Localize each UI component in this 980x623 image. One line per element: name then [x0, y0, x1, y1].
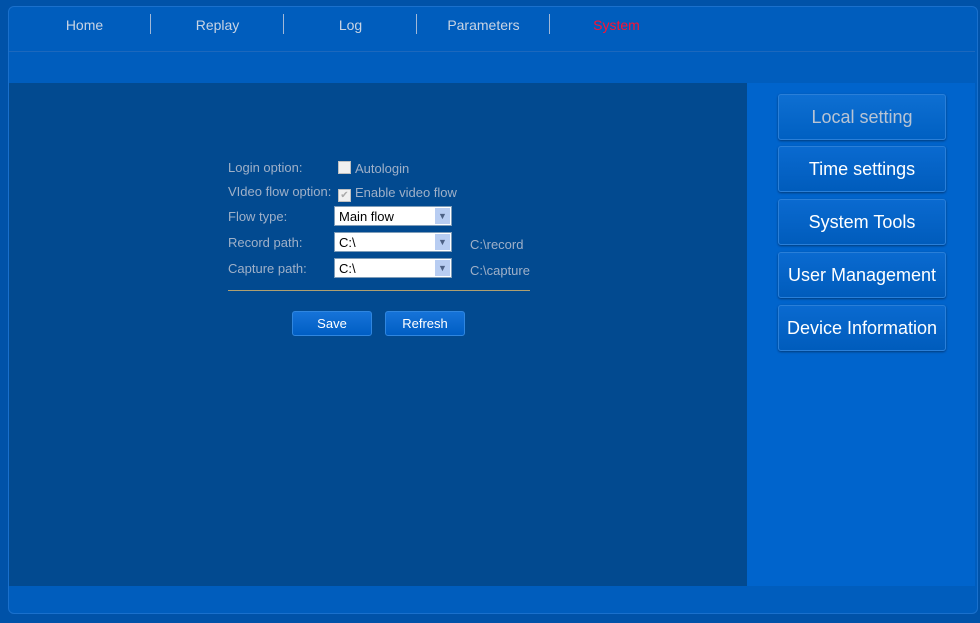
sidebar-item-time-settings[interactable]: Time settings	[778, 146, 946, 192]
record-path-select[interactable]: C:\ ▼	[334, 232, 452, 252]
flow-type-select[interactable]: Main flow ▼	[334, 206, 452, 226]
nav-system[interactable]: System	[550, 14, 683, 50]
nav-label: Log	[338, 17, 363, 33]
save-button[interactable]: Save	[292, 311, 372, 336]
divider	[228, 290, 530, 291]
select-value: Main flow	[339, 209, 394, 224]
sidebar-item-user-management[interactable]: User Management	[778, 252, 946, 298]
main-panel	[9, 83, 747, 586]
checkmark-icon[interactable]: ✔	[338, 189, 351, 202]
sidebar-item-device-information[interactable]: Device Information	[778, 305, 946, 351]
flow-type-label: Flow type:	[228, 209, 288, 224]
top-nav: Home Replay Log Parameters System	[18, 14, 683, 50]
nav-label: System	[593, 17, 640, 33]
nav-log[interactable]: Log	[284, 14, 417, 50]
video-flow-label: VIdeo flow option:	[228, 184, 332, 199]
chevron-down-icon[interactable]: ▼	[435, 208, 450, 224]
sidebar-item-system-tools[interactable]: System Tools	[778, 199, 946, 245]
login-option-label: Login option:	[228, 160, 303, 175]
nav-replay[interactable]: Replay	[151, 14, 284, 50]
enable-video-checkbox[interactable]: ✔ Enable video flow	[338, 185, 457, 202]
chevron-down-icon[interactable]: ▼	[435, 260, 450, 276]
chevron-down-icon[interactable]: ▼	[435, 234, 450, 250]
sidebar: Local setting Time settings System Tools…	[747, 83, 975, 586]
refresh-button[interactable]: Refresh	[385, 311, 465, 336]
sidebar-item-local-setting[interactable]: Local setting	[778, 94, 946, 140]
nav-label: Parameters	[447, 17, 520, 33]
select-value: C:\	[339, 261, 356, 276]
capture-path-label: Capture path:	[228, 261, 307, 276]
record-path-label: Record path:	[228, 235, 303, 250]
nav-home[interactable]: Home	[18, 14, 151, 50]
record-path-value: C:\record	[470, 237, 524, 252]
capture-path-select[interactable]: C:\ ▼	[334, 258, 452, 278]
nav-parameters[interactable]: Parameters	[417, 14, 550, 50]
enable-video-label: Enable video flow	[355, 185, 457, 200]
capture-path-value: C:\capture	[470, 263, 530, 278]
nav-label: Home	[65, 17, 104, 33]
select-value: C:\	[339, 235, 356, 250]
divider	[9, 51, 975, 52]
nav-label: Replay	[195, 17, 240, 33]
autologin-label: Autologin	[355, 161, 410, 176]
autologin-checkbox[interactable]: Autologin	[338, 161, 409, 176]
checkbox-icon[interactable]	[338, 161, 351, 174]
